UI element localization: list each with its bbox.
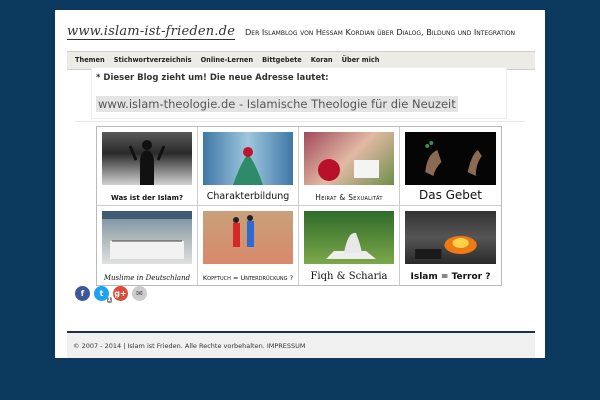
explosion-image bbox=[405, 211, 496, 264]
facebook-icon[interactable]: f bbox=[75, 286, 90, 301]
tile-kopftuch[interactable]: Kopftuch = Unterdrückung ? bbox=[198, 206, 299, 285]
new-address-link[interactable]: www.islam-theologie.de - Islamische Theo… bbox=[96, 96, 458, 112]
tile-label: Heirat & Sexualität bbox=[315, 193, 383, 202]
tile-was-ist-der-islam[interactable]: Was ist der Islam? bbox=[97, 127, 198, 206]
tile-label: Charakterbildung bbox=[206, 191, 290, 202]
twitter-glyph: t bbox=[99, 289, 104, 298]
twitter-share-count: 1 bbox=[106, 297, 112, 303]
page-container: www.islam-ist-frieden.de Der Islamblog v… bbox=[55, 10, 545, 358]
praying-silhouette-image bbox=[102, 132, 192, 185]
tile-label: Das Gebet bbox=[418, 188, 483, 202]
congregation-image bbox=[102, 211, 192, 264]
share-buttons: f t 1 g+ ✉ bbox=[75, 286, 151, 303]
googleplus-icon[interactable]: g+ bbox=[113, 286, 128, 301]
praying-woman-image bbox=[304, 211, 394, 264]
notice-title: * Dieser Blog zieht um! Die neue Adresse… bbox=[96, 73, 329, 83]
tile-label: Kopftuch = Unterdrückung ? bbox=[202, 274, 294, 282]
tile-label: Fiqh & Scharia bbox=[310, 271, 388, 282]
wedding-image bbox=[304, 132, 394, 185]
prayer-hands-image bbox=[405, 132, 496, 185]
site-logo[interactable]: www.islam-ist-frieden.de bbox=[67, 24, 236, 40]
tile-fiqh-scharia[interactable]: Fiqh & Scharia bbox=[299, 206, 400, 285]
site-tagline: Der Islamblog von Hessam Kordian über Di… bbox=[245, 27, 516, 37]
running-women-image bbox=[203, 211, 293, 264]
email-icon[interactable]: ✉ bbox=[132, 286, 147, 301]
tile-das-gebet[interactable]: Das Gebet bbox=[400, 127, 501, 206]
tile-muslime-in-deutschland[interactable]: Muslime in Deutschland bbox=[97, 206, 198, 285]
footer: © 2007 - 2014 | Islam ist Frieden. Alle … bbox=[67, 333, 535, 358]
header: www.islam-ist-frieden.de Der Islamblog v… bbox=[67, 24, 537, 46]
divider bbox=[75, 121, 525, 122]
relocation-notice: * Dieser Blog zieht um! Die neue Adresse… bbox=[91, 67, 507, 119]
twitter-icon[interactable]: t 1 bbox=[94, 286, 112, 303]
tile-label: Muslime in Deutschland bbox=[103, 274, 191, 282]
hands-rose-image bbox=[203, 132, 293, 185]
tile-charakterbildung[interactable]: Charakterbildung bbox=[198, 127, 299, 206]
tile-label: Was ist der Islam? bbox=[110, 194, 184, 202]
tile-islam-terror[interactable]: Islam = Terror ? bbox=[400, 206, 501, 285]
topic-grid: Was ist der Islam? Charakterbildung Heir… bbox=[96, 126, 502, 286]
tile-heirat-sexualitaet[interactable]: Heirat & Sexualität bbox=[299, 127, 400, 206]
footer-copyright: © 2007 - 2014 | Islam ist Frieden. Alle … bbox=[73, 342, 306, 350]
tile-label: Islam = Terror ? bbox=[410, 272, 491, 282]
